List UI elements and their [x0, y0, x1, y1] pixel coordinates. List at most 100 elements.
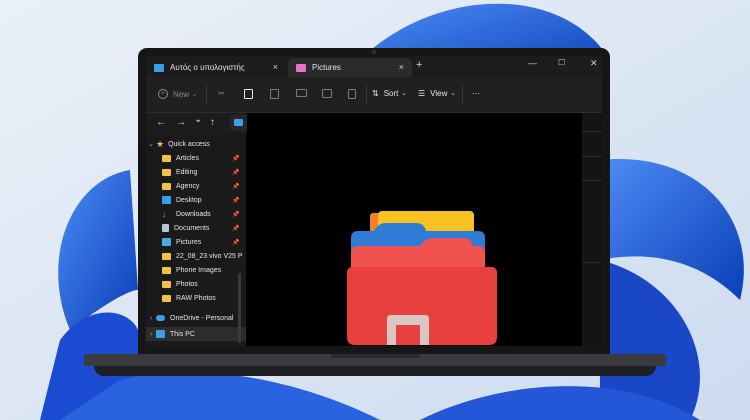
- star-icon: ★: [156, 138, 165, 149]
- tab-bar: Αυτός ο υπολογιστής × Pictures × + — ☐ ✕: [146, 56, 602, 77]
- sidebar-item-pictures[interactable]: Pictures 📌: [146, 235, 262, 249]
- copy-icon[interactable]: [244, 89, 253, 99]
- folder-icon: [162, 294, 171, 302]
- back-arrow-icon[interactable]: ←: [156, 117, 166, 128]
- command-bar: + New ⌄ ✂ ⇅ Sort ⌄ ☰ View ⌄ ···: [146, 77, 602, 113]
- tab-label: Pictures: [312, 63, 341, 72]
- sidebar-item-editing[interactable]: Editing 📌: [146, 165, 262, 179]
- tab-this-pc[interactable]: Αυτός ο υπολογιστής ×: [146, 58, 286, 77]
- trash-shape: [348, 89, 356, 99]
- navigation-pane: ⌄ ★ Quick access Articles 📌 Editing 📌 Ag…: [146, 133, 246, 346]
- sidebar-item-this-pc[interactable]: › This PC: [146, 327, 246, 341]
- right-edge-strip: [582, 113, 602, 346]
- cut-icon[interactable]: ✂: [218, 89, 225, 98]
- lid-notch: [330, 354, 420, 358]
- sidebar-item-label: Desktop: [176, 196, 202, 204]
- sidebar-item-label: Documents: [174, 224, 210, 232]
- separator: [366, 86, 367, 103]
- sort-label: Sort: [383, 89, 399, 98]
- document-icon: [162, 224, 169, 232]
- rename-shape: [296, 89, 307, 97]
- sort-button[interactable]: ⇅ Sort ⌄: [372, 89, 406, 98]
- sidebar-item-phone-images[interactable]: Phone Images: [146, 263, 262, 277]
- sidebar-item-label: This PC: [170, 330, 195, 338]
- pin-icon: 📌: [232, 239, 240, 246]
- sidebar-item-desktop[interactable]: Desktop 📌: [146, 193, 262, 207]
- sidebar-scrollbar[interactable]: [238, 273, 241, 343]
- view-icon: ☰: [418, 89, 426, 98]
- folder-icon: [162, 182, 171, 190]
- chevron-down-icon: ⌄: [401, 91, 407, 97]
- sidebar-item-articles[interactable]: Articles 📌: [146, 151, 262, 165]
- minimize-button[interactable]: —: [528, 58, 537, 68]
- monitor-icon: [154, 63, 164, 72]
- chevron-down-icon: ⌄: [192, 91, 198, 98]
- up-arrow-icon[interactable]: ↑: [210, 117, 215, 128]
- new-tab-button[interactable]: +: [416, 59, 422, 71]
- sidebar-item-label: Articles: [176, 154, 199, 162]
- pin-icon: 📌: [232, 197, 240, 204]
- sidebar-item-label: 22_08_23 vivo V25 P: [176, 252, 243, 260]
- maximize-button[interactable]: ☐: [558, 58, 565, 67]
- folder-icon: [162, 154, 171, 162]
- sidebar-item-label: Photos: [176, 280, 198, 288]
- new-label: New: [173, 89, 190, 99]
- sidebar-item-label: Downloads: [176, 210, 211, 218]
- chevron-down-icon: ⌄: [450, 91, 456, 97]
- desktop-icon: [162, 196, 171, 204]
- folder-icon: [162, 280, 171, 288]
- paste-icon[interactable]: [270, 89, 279, 99]
- monitor-icon: [234, 119, 243, 126]
- pin-icon: 📌: [232, 169, 240, 176]
- folder-icon: [162, 252, 171, 260]
- rename-icon[interactable]: [296, 89, 307, 97]
- sidebar-item-raw-photos[interactable]: RAW Photos: [146, 291, 262, 305]
- share-icon[interactable]: [322, 89, 332, 98]
- share-shape: [322, 89, 332, 98]
- sidebar-item-documents[interactable]: Documents 📌: [146, 221, 262, 235]
- close-window-button[interactable]: ✕: [590, 58, 598, 69]
- sidebar-item-label: RAW Photos: [176, 294, 216, 302]
- separator: [462, 86, 463, 103]
- divider: [582, 131, 602, 132]
- chevron-right-icon: ›: [149, 314, 153, 322]
- close-tab-icon[interactable]: ×: [273, 62, 278, 72]
- download-icon: ↓: [162, 209, 167, 219]
- pictures-icon: [162, 238, 171, 246]
- view-label: View: [430, 89, 448, 98]
- sidebar-item-label: Phone Images: [176, 266, 222, 274]
- quick-access[interactable]: ⌄ ★ Quick access: [146, 137, 246, 151]
- pink-folder-icon: [296, 63, 306, 72]
- content-area: [247, 113, 602, 346]
- pin-icon: 📌: [232, 225, 240, 232]
- copy-shape: [244, 89, 253, 99]
- plus-circle-icon: +: [158, 89, 168, 99]
- sidebar-item-label: Editing: [176, 168, 198, 176]
- recent-locations-icon[interactable]: ⌄: [194, 114, 202, 125]
- new-button[interactable]: + New ⌄: [158, 89, 197, 99]
- paste-shape: [270, 89, 279, 99]
- forward-arrow-icon[interactable]: →: [176, 117, 186, 128]
- pin-icon: 📌: [232, 211, 240, 218]
- tab-pictures[interactable]: Pictures ×: [288, 58, 412, 77]
- sidebar-item-onedrive[interactable]: › OneDrive - Personal: [146, 311, 246, 325]
- sidebar-item-vivo-folder[interactable]: 22_08_23 vivo V25 P: [146, 249, 262, 263]
- webcam: [372, 50, 376, 54]
- view-button[interactable]: ☰ View ⌄: [418, 89, 455, 98]
- cloud-icon: [156, 315, 165, 321]
- divider: [582, 262, 602, 263]
- laptop-base: [84, 354, 666, 380]
- more-options-button[interactable]: ···: [472, 89, 480, 98]
- chevron-down-icon: ⌄: [148, 141, 154, 148]
- close-tab-icon[interactable]: ×: [399, 62, 404, 72]
- sidebar-item-label: OneDrive - Personal: [170, 314, 234, 322]
- sidebar-item-photos[interactable]: Photos: [146, 277, 262, 291]
- laptop-lid: Αυτός ο υπολογιστής × Pictures × + — ☐ ✕…: [138, 48, 610, 354]
- sidebar-item-downloads[interactable]: ↓ Downloads 📌: [146, 207, 262, 221]
- tab-label: Αυτός ο υπολογιστής: [170, 63, 245, 72]
- pin-icon: 📌: [232, 155, 240, 162]
- folder-icon: [162, 266, 171, 274]
- quick-access-label: Quick access: [168, 140, 210, 148]
- delete-icon[interactable]: [348, 89, 356, 99]
- sidebar-item-agency[interactable]: Agency 📌: [146, 179, 262, 193]
